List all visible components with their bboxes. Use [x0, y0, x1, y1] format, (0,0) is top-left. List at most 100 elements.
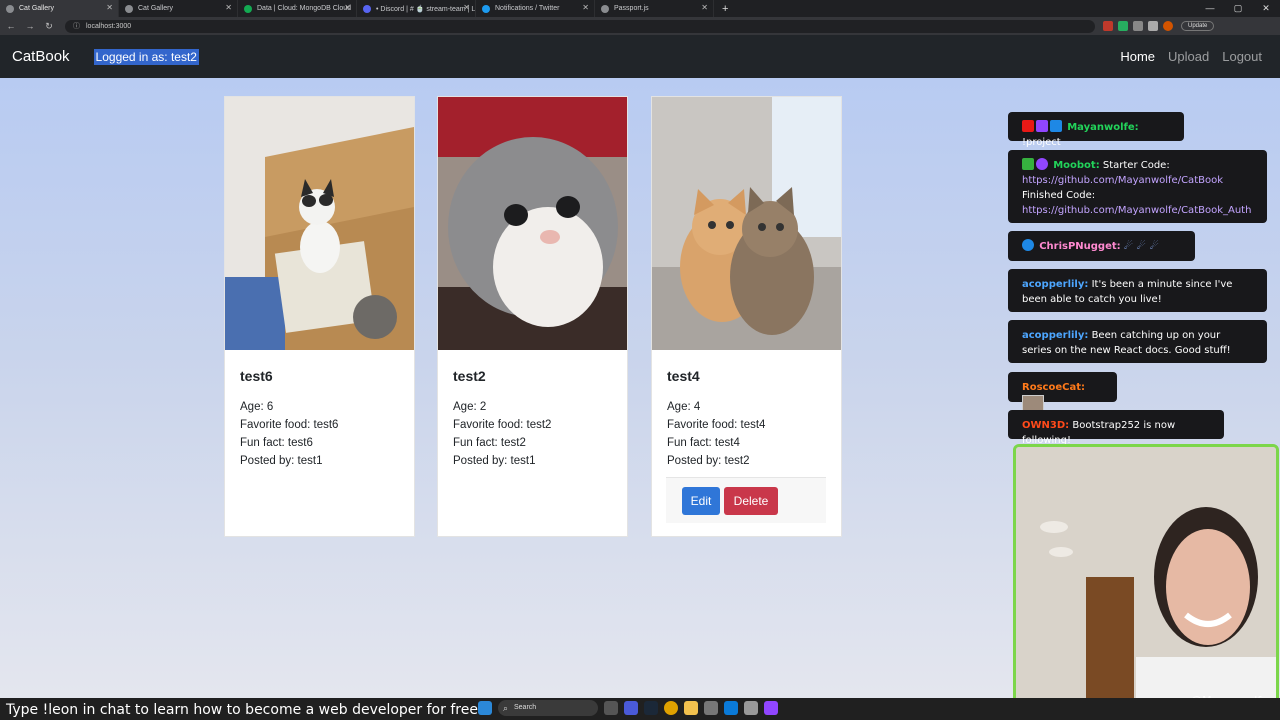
- extension-icon[interactable]: [1103, 21, 1113, 31]
- card-fact: Fun fact: test6: [240, 437, 313, 449]
- browser-tab[interactable]: Cat Gallery ✕: [0, 0, 119, 17]
- nav-links: Home Upload Logout: [1120, 49, 1262, 64]
- nav-upload-link[interactable]: Upload: [1168, 49, 1209, 64]
- cat-card: test6 Age: 6 Favorite food: test6 Fun fa…: [224, 96, 415, 537]
- tab-favicon-icon: [6, 4, 14, 13]
- card-title: test4: [667, 368, 700, 384]
- chat-username: acopperlily: [1022, 279, 1085, 290]
- card-body: test2 Age: 2 Favorite food: test2 Fun fa…: [438, 350, 627, 484]
- chat-username: RoscoeCat: [1022, 382, 1081, 393]
- tab-title: Cat Gallery: [19, 5, 55, 12]
- card-fact: Fun fact: test4: [667, 437, 740, 449]
- card-age: Age: 6: [240, 401, 274, 413]
- check-badge-icon: [1022, 158, 1034, 170]
- vscode-icon[interactable]: [724, 701, 738, 715]
- card-posted-by: Posted by: test2: [667, 455, 750, 467]
- twitch-icon[interactable]: [764, 701, 778, 715]
- crown-badge-icon: [1050, 120, 1062, 132]
- chrome-icon[interactable]: [664, 701, 678, 715]
- browser-tabstrip: Cat Gallery ✕ Cat Gallery ✕ Data | Cloud: …: [0, 0, 1280, 17]
- card-body: test4 Age: 4 Favorite food: test4 Fun fa…: [652, 350, 841, 484]
- chat-message: acopperlily: Been catching up on your se…: [1008, 320, 1267, 363]
- tab-favicon-icon: [125, 4, 133, 13]
- card-food: Favorite food: test4: [667, 419, 766, 431]
- chat-link[interactable]: https://github.com/Mayanwolfe/CatBook: [1022, 175, 1223, 186]
- nav-logout-link[interactable]: Logout: [1222, 49, 1262, 64]
- app-icon[interactable]: [744, 701, 758, 715]
- puzzle-icon[interactable]: [1148, 21, 1158, 31]
- windows-start-icon[interactable]: [478, 701, 492, 715]
- info-icon[interactable]: ⓘ: [73, 21, 80, 31]
- tab-favicon-icon: [601, 4, 609, 13]
- tab-close-icon[interactable]: ✕: [582, 3, 589, 12]
- card-footer: Edit Delete: [666, 477, 826, 523]
- star-badge-icon: [1036, 120, 1048, 132]
- browser-tab[interactable]: Notifications / Twitter ✕: [476, 0, 595, 17]
- folder-icon[interactable]: [684, 701, 698, 715]
- extension-icon[interactable]: [1133, 21, 1143, 31]
- forward-icon[interactable]: →: [22, 21, 38, 31]
- cat-photo: [225, 97, 414, 350]
- chat-username: acopperlily: [1022, 330, 1085, 341]
- webcam-feed: @Mayanwolfe: [1013, 444, 1279, 718]
- minimize-icon[interactable]: —: [1196, 0, 1224, 17]
- card-food: Favorite food: test6: [240, 419, 339, 431]
- reload-icon[interactable]: ↻: [41, 21, 57, 32]
- card-food: Favorite food: test2: [453, 419, 552, 431]
- back-icon[interactable]: ←: [3, 21, 19, 31]
- maximize-icon[interactable]: ▢: [1224, 0, 1252, 17]
- logged-in-text: Logged in as: test2: [93, 48, 199, 65]
- nav-home-link[interactable]: Home: [1120, 49, 1155, 64]
- tab-title: • Discord | # 🍵 stream-team | Le: [376, 5, 476, 13]
- tab-close-icon[interactable]: ✕: [106, 3, 113, 12]
- chat-message: ChrisPNugget: ☄☄☄: [1008, 231, 1195, 261]
- browser-tab[interactable]: Passport.js ✕: [595, 0, 714, 17]
- taskbar-search[interactable]: Search: [498, 700, 598, 716]
- card-body: test6 Age: 6 Favorite food: test6 Fun fa…: [225, 350, 414, 484]
- tab-close-icon[interactable]: ✕: [225, 3, 232, 12]
- chat-text: !project: [1022, 137, 1061, 148]
- cat-card: test4 Age: 4 Favorite food: test4 Fun fa…: [651, 96, 842, 537]
- chat-message: RoscoeCat:: [1008, 372, 1117, 415]
- tab-title: Notifications / Twitter: [495, 5, 560, 12]
- cat-card: test2 Age: 2 Favorite food: test2 Fun fa…: [437, 96, 628, 537]
- delete-button[interactable]: Delete: [724, 487, 778, 515]
- settings-icon[interactable]: [704, 701, 718, 715]
- emote-icon: ☄☄☄: [1123, 241, 1163, 252]
- broadcaster-badge-icon: [1022, 120, 1034, 132]
- chat-app-icon[interactable]: [624, 701, 638, 715]
- tab-title: Data | Cloud: MongoDB Cloud: [257, 5, 352, 12]
- address-bar[interactable]: ⓘ localhost:3000: [65, 19, 1095, 33]
- browser-tab[interactable]: • Discord | # 🍵 stream-team | Le ✕: [357, 0, 476, 17]
- url-text: localhost:3000: [86, 22, 132, 30]
- tab-close-icon[interactable]: ✕: [463, 3, 470, 12]
- tab-favicon-icon: [363, 4, 371, 13]
- stream-ticker: Type !leon in chat to learn how to becom…: [6, 702, 484, 718]
- tab-close-icon[interactable]: ✕: [344, 3, 351, 12]
- tab-close-icon[interactable]: ✕: [701, 3, 708, 12]
- edit-button[interactable]: Edit: [682, 487, 720, 515]
- brand-link[interactable]: CatBook: [12, 48, 70, 65]
- update-button[interactable]: Update: [1181, 21, 1215, 31]
- chat-text: Finished Code:: [1022, 190, 1096, 201]
- steam-icon[interactable]: [644, 701, 658, 715]
- card-posted-by: Posted by: test1: [240, 455, 323, 467]
- browser-toolbar: ← → ↻ ⓘ localhost:3000 Update: [0, 17, 1280, 35]
- task-view-icon[interactable]: [604, 701, 618, 715]
- chat-message: Mayanwolfe: !project: [1008, 112, 1184, 148]
- tab-favicon-icon: [482, 4, 490, 13]
- extensions-area: [1103, 21, 1173, 31]
- extension-icon[interactable]: [1118, 21, 1128, 31]
- card-age: Age: 2: [453, 401, 487, 413]
- new-tab-icon[interactable]: +: [722, 3, 728, 15]
- chat-message: Moobot: Starter Code: https://github.com…: [1008, 150, 1267, 223]
- chat-username: OWN3D: [1022, 420, 1066, 431]
- avatar[interactable]: [1163, 21, 1173, 31]
- chat-link[interactable]: https://github.com/Mayanwolfe/CatBook_Au…: [1022, 205, 1251, 216]
- cat-photo: [438, 97, 627, 350]
- browser-tab[interactable]: Data | Cloud: MongoDB Cloud ✕: [238, 0, 357, 17]
- tab-favicon-icon: [244, 4, 252, 13]
- browser-tab[interactable]: Cat Gallery ✕: [119, 0, 238, 17]
- card-age: Age: 4: [667, 401, 701, 413]
- close-window-icon[interactable]: ✕: [1252, 0, 1280, 17]
